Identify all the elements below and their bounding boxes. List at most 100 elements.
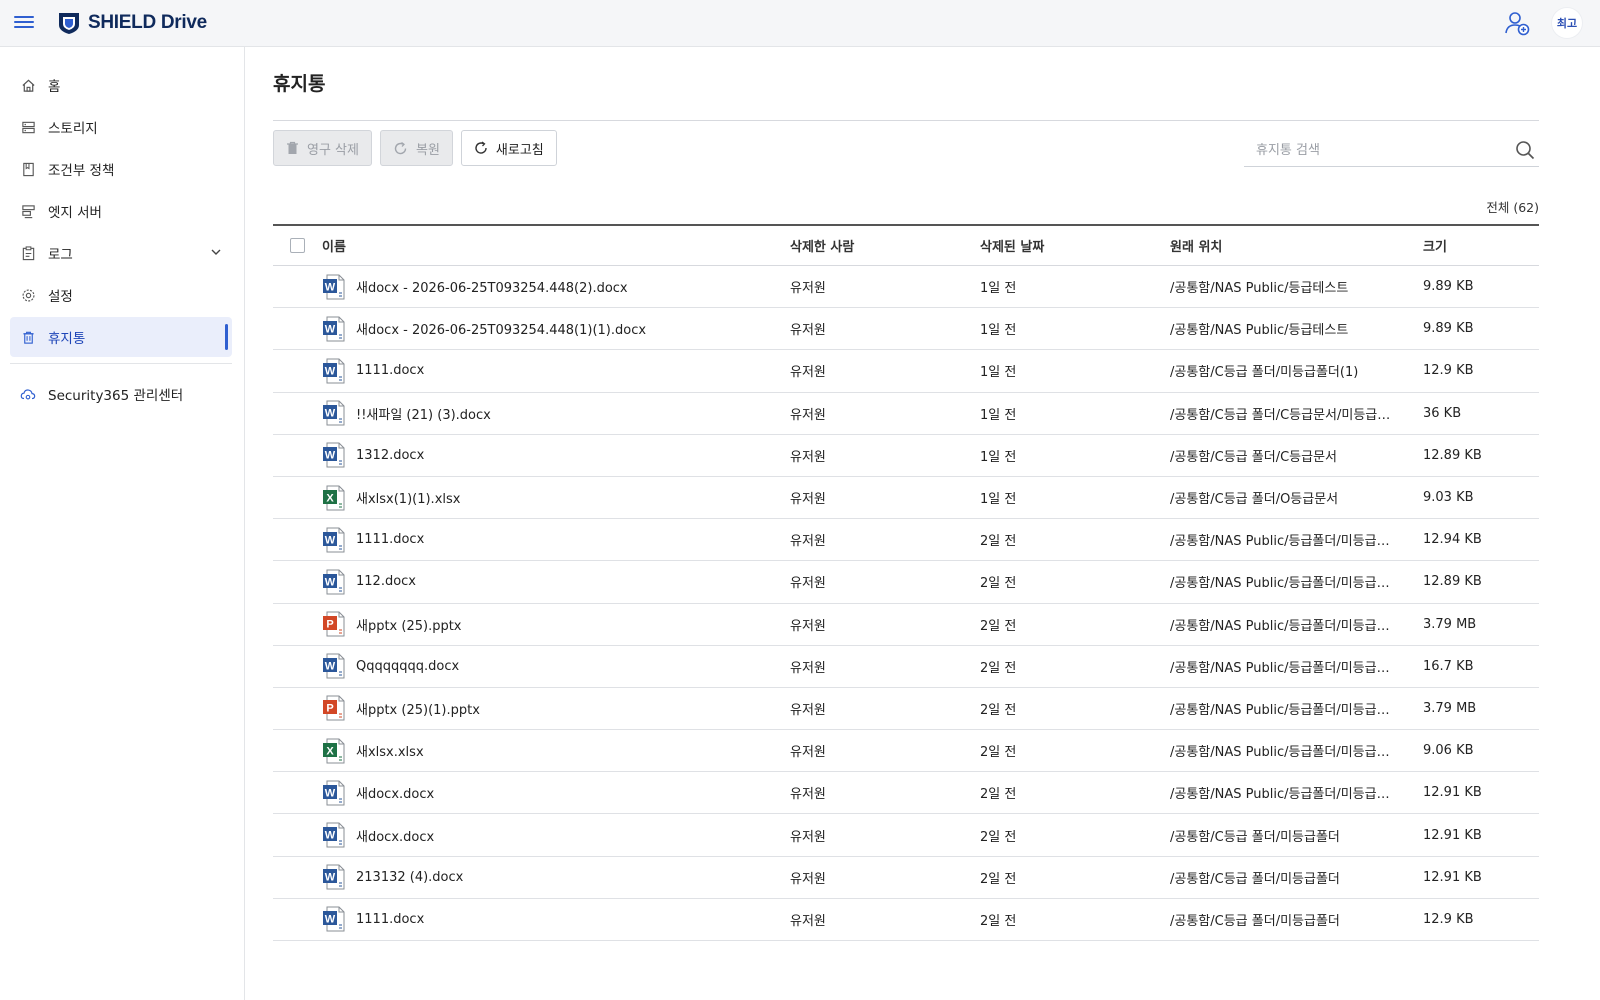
table-row[interactable]: W 새docx - 2026-06-25T093254.448(2).docx 유저…	[273, 266, 1539, 309]
table-row[interactable]: W 1111.docx 유저원 1일 전/공통함/C등급 폴더/미등급폴더(1) 12.…	[273, 350, 1539, 393]
app-logo[interactable]: SHIELD Drive	[56, 11, 207, 35]
table-row[interactable]: W 112.docx 유저원 2일 전/공통함/NAS Public/등급폴더/미등급…	[273, 561, 1539, 604]
file-name[interactable]: 1111.docx	[356, 912, 424, 927]
sidebar-item-label: 홈	[48, 79, 61, 95]
gear-icon	[20, 287, 36, 303]
location-cell: /공통함/C등급 폴더/C등급문서	[1170, 449, 1337, 465]
deleted-by-cell: 유저원	[790, 323, 826, 339]
svg-text:W: W	[325, 830, 336, 842]
deleted-by-cell: 유저원	[790, 913, 826, 929]
deleted-by-cell: 유저원	[790, 745, 826, 761]
word-file-icon: W	[323, 358, 345, 384]
svg-text:P: P	[326, 619, 333, 631]
file-name[interactable]: 새docx - 2026-06-25T093254.448(1)(1).docx	[356, 319, 646, 338]
sidebar-item-label: 로그	[48, 247, 73, 263]
word-file-icon: W	[323, 653, 345, 679]
sidebar-item-trash[interactable]: 휴지통	[10, 317, 232, 357]
table-row[interactable]: P 새pptx (25).pptx 유저원 2일 전/공통함/NAS Public/등…	[273, 604, 1539, 646]
table-row[interactable]: W 새docx.docx 유저원 2일 전/공통함/NAS Public/등급폴더/미…	[273, 772, 1539, 815]
logo-text: SHIELD Drive	[88, 12, 207, 33]
table-row[interactable]: W 1312.docx 유저원 1일 전/공통함/C등급 폴더/C등급문서 12.89 …	[273, 435, 1539, 477]
deleted-date-cell: 2일 전	[980, 787, 1017, 803]
size-cell: 16.7 KB	[1423, 658, 1474, 674]
select-all-checkbox[interactable]	[290, 238, 305, 253]
top-header: SHIELD Drive 최고	[0, 0, 1600, 47]
table-row[interactable]: W !!새파일 (21) (3).docx 유저원 1일 전/공통함/C등급 폴더/C…	[273, 393, 1539, 435]
table-row[interactable]: W 1111.docx 유저원 2일 전/공통함/C등급 폴더/미등급폴더 12.9 K…	[273, 899, 1539, 941]
table-row[interactable]: W Qqqqqqqq.docx 유저원 2일 전/공통함/NAS Public/등급폴…	[273, 646, 1539, 688]
svg-text:W: W	[325, 576, 336, 588]
powerpoint-file-icon: P	[323, 611, 345, 637]
file-name[interactable]: 새xlsx(1)(1).xlsx	[356, 488, 460, 507]
size-cell: 3.79 MB	[1423, 700, 1477, 716]
table-row[interactable]: X 새xlsx(1)(1).xlsx 유저원 1일 전/공통함/C등급 폴더/O등급문…	[273, 477, 1539, 520]
file-name[interactable]: 새docx.docx	[356, 826, 434, 845]
shield-logo-icon	[59, 13, 79, 34]
sidebar-item-home[interactable]: 홈	[10, 65, 232, 105]
size-cell: 12.94 KB	[1423, 532, 1482, 548]
column-header-deleted-date[interactable]: 삭제된 날짜	[980, 236, 1170, 255]
file-name[interactable]: Qqqqqqqq.docx	[356, 659, 459, 674]
table-row[interactable]: W 새docx - 2026-06-25T093254.448(1)(1).doc…	[273, 308, 1539, 351]
search-input[interactable]	[1244, 143, 1504, 158]
deleted-by-cell: 유저원	[790, 365, 826, 381]
svg-text:W: W	[325, 450, 336, 462]
column-header-location[interactable]: 원래 위치	[1170, 236, 1423, 255]
file-name[interactable]: 새docx.docx	[356, 783, 434, 802]
refresh-button[interactable]: 새로고침	[460, 130, 557, 166]
file-name[interactable]: 112.docx	[356, 574, 416, 589]
column-header-size[interactable]: 크기	[1423, 236, 1539, 255]
file-name[interactable]: 1111.docx	[356, 532, 424, 547]
size-cell: 12.89 KB	[1423, 574, 1482, 590]
column-header-deleted-by[interactable]: 삭제한 사람	[790, 236, 980, 255]
refresh-label: 새로고침	[495, 142, 544, 158]
sidebar-item-edge-server[interactable]: 엣지 서버	[10, 191, 232, 231]
location-cell: /공통함/NAS Public/등급폴더/미등급…	[1170, 702, 1390, 718]
table-row[interactable]: W 새docx.docx 유저원 2일 전/공통함/C등급 폴더/미등급폴더 12.91…	[273, 814, 1539, 857]
svg-text:W: W	[325, 914, 336, 926]
table-row[interactable]: X 새xlsx.xlsx 유저원 2일 전/공통함/NAS Public/등급폴더/미…	[273, 730, 1539, 773]
size-cell: 9.03 KB	[1423, 490, 1474, 506]
chevron-down-icon[interactable]	[210, 246, 222, 258]
sidebar-item-policy[interactable]: 조건부 정책	[10, 149, 232, 189]
deleted-by-cell: 유저원	[790, 492, 826, 508]
deleted-date-cell: 2일 전	[980, 576, 1017, 592]
file-name[interactable]: 1111.docx	[356, 363, 424, 378]
svg-text:W: W	[325, 323, 336, 335]
search-icon[interactable]	[1515, 140, 1535, 160]
user-avatar[interactable]: 최고	[1552, 8, 1582, 38]
word-file-icon: W	[323, 864, 345, 890]
file-name[interactable]: 새docx - 2026-06-25T093254.448(2).docx	[356, 277, 628, 296]
table-row[interactable]: W 1111.docx 유저원 2일 전/공통함/NAS Public/등급폴더/미등…	[273, 519, 1539, 562]
size-cell: 9.06 KB	[1423, 743, 1474, 759]
trash-icon	[287, 141, 298, 154]
menu-icon[interactable]	[14, 13, 34, 33]
security365-label: Security365 관리센터	[48, 388, 184, 404]
file-name[interactable]: !!새파일 (21) (3).docx	[356, 404, 491, 423]
table-row[interactable]: P 새pptx (25)(1).pptx 유저원 2일 전/공통함/NAS Publi…	[273, 688, 1539, 731]
column-header-name[interactable]: 이름	[322, 236, 790, 255]
file-name[interactable]: 1312.docx	[356, 448, 424, 463]
server-icon	[20, 203, 36, 219]
sidebar-item-storage[interactable]: 스토리지	[10, 107, 232, 147]
table-row[interactable]: W 213132 (4).docx 유저원 2일 전/공통함/C등급 폴더/미등급폴더…	[273, 857, 1539, 899]
file-name[interactable]: 새xlsx.xlsx	[356, 741, 424, 760]
powerpoint-file-icon: P	[323, 695, 345, 721]
sidebar-item-log[interactable]: 로그	[10, 233, 232, 273]
file-name[interactable]: 새pptx (25)(1).pptx	[356, 699, 480, 718]
file-name[interactable]: 213132 (4).docx	[356, 870, 463, 885]
deleted-by-cell: 유저원	[790, 829, 826, 845]
permanent-delete-button[interactable]: 영구 삭제	[273, 130, 372, 166]
size-cell: 9.89 KB	[1423, 321, 1474, 337]
sidebar-link-security365[interactable]: Security365 관리센터	[10, 374, 232, 414]
deleted-date-cell: 2일 전	[980, 829, 1017, 845]
add-user-icon[interactable]	[1504, 10, 1530, 36]
sidebar-item-settings[interactable]: 설정	[10, 275, 232, 315]
deleted-by-cell: 유저원	[790, 449, 826, 465]
location-cell: /공통함/NAS Public/등급폴더/미등급…	[1170, 534, 1390, 550]
deleted-by-cell: 유저원	[790, 407, 826, 423]
file-name[interactable]: 새pptx (25).pptx	[356, 615, 462, 634]
word-file-icon: W	[323, 442, 345, 468]
size-cell: 12.91 KB	[1423, 785, 1482, 801]
restore-button[interactable]: 복원	[379, 130, 453, 166]
